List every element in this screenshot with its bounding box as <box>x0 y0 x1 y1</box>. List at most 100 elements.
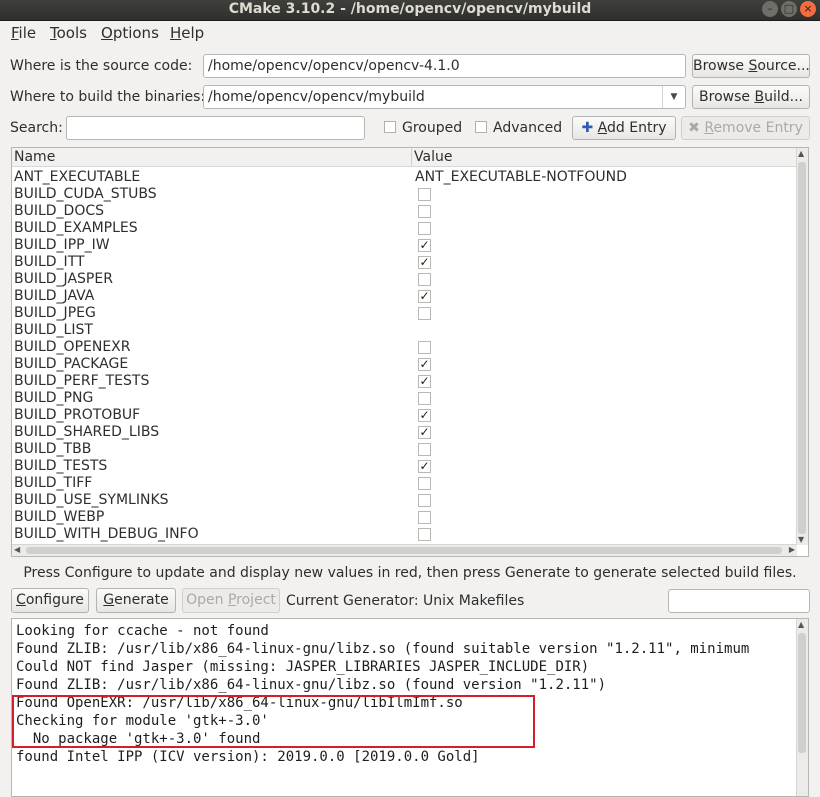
menu-options[interactable]: Options <box>101 24 159 42</box>
table-row[interactable]: BUILD_EXAMPLES <box>12 220 797 237</box>
table-row[interactable]: BUILD_TBB <box>12 441 797 458</box>
entry-name: BUILD_EXAMPLES <box>14 220 138 236</box>
table-row[interactable]: BUILD_LIST <box>12 322 797 339</box>
table-row[interactable]: BUILD_JASPER <box>12 271 797 288</box>
source-path-input[interactable]: /home/opencv/opencv/opencv-4.1.0 <box>203 54 686 78</box>
entry-name: BUILD_PERF_TESTS <box>14 373 150 389</box>
scroll-right-icon[interactable]: ▶ <box>789 545 795 554</box>
table-row[interactable]: BUILD_JAVA ✓ <box>12 288 797 305</box>
table-row[interactable]: BUILD_PNG <box>12 390 797 407</box>
table-vertical-scrollbar[interactable]: ▲ ▼ <box>796 148 808 545</box>
generate-button[interactable]: Generate <box>96 588 176 613</box>
column-divider[interactable] <box>411 148 412 166</box>
close-button[interactable]: × <box>800 1 816 17</box>
table-row[interactable]: BUILD_WITH_DEBUG_INFO <box>12 526 797 543</box>
table-row[interactable]: BUILD_PACKAGE ✓ <box>12 356 797 373</box>
entry-checkbox[interactable]: ✓ <box>418 290 431 303</box>
table-row[interactable]: BUILD_WEBP <box>12 509 797 526</box>
configure-button[interactable]: Configure <box>11 588 89 613</box>
browse-source-label: Browse <box>693 58 749 74</box>
menu-tools-mnemonic: T <box>50 24 57 42</box>
minimize-button[interactable]: – <box>762 1 778 17</box>
source-label: Where is the source code: <box>10 58 193 74</box>
table-row[interactable]: BUILD_CUDA_STUBS <box>12 186 797 203</box>
table-row[interactable]: BUILD_IPP_IW ✓ <box>12 237 797 254</box>
entry-value[interactable]: ANT_EXECUTABLE-NOTFOUND <box>415 169 627 186</box>
entry-checkbox[interactable] <box>418 341 431 354</box>
entry-checkbox[interactable]: ✓ <box>418 239 431 252</box>
menu-file[interactable]: File <box>11 24 36 42</box>
menu-help-label: elp <box>181 24 205 42</box>
entry-checkbox[interactable] <box>418 307 431 320</box>
table-row[interactable]: BUILD_SHARED_LIBS ✓ <box>12 424 797 441</box>
vertical-scroll-thumb[interactable] <box>798 162 806 534</box>
grouped-checkbox[interactable] <box>384 121 396 133</box>
table-horizontal-scrollbar[interactable]: ◀ ▶ <box>12 544 797 556</box>
advanced-checkbox[interactable] <box>475 121 487 133</box>
scroll-down-icon[interactable]: ▼ <box>798 535 804 544</box>
entry-checkbox[interactable] <box>418 443 431 456</box>
entry-checkbox[interactable] <box>418 511 431 524</box>
entry-checkbox[interactable]: ✓ <box>418 460 431 473</box>
search-input[interactable] <box>66 116 365 140</box>
table-row[interactable]: BUILD_PERF_TESTS ✓ <box>12 373 797 390</box>
add-entry-button[interactable]: ✚ Add Entry <box>572 116 676 140</box>
table-row[interactable]: BUILD_ITT ✓ <box>12 254 797 271</box>
entry-checkbox[interactable] <box>418 222 431 235</box>
open-project-mnemonic: P <box>227 592 237 608</box>
horizontal-scroll-thumb[interactable] <box>26 547 782 554</box>
entry-checkbox[interactable]: ✓ <box>418 358 431 371</box>
entry-checkbox[interactable]: ✓ <box>418 375 431 388</box>
table-row[interactable]: BUILD_JPEG <box>12 305 797 322</box>
entry-checkbox[interactable]: ✓ <box>418 409 431 422</box>
column-header-value[interactable]: Value <box>414 148 452 166</box>
entry-name: BUILD_CUDA_STUBS <box>14 186 157 202</box>
table-row[interactable]: BUILD_PROTOBUF ✓ <box>12 407 797 424</box>
entry-checkbox[interactable] <box>418 528 431 541</box>
configure-label: onfigure <box>25 592 84 608</box>
entry-checkbox[interactable] <box>418 188 431 201</box>
browse-source-label-rest: ource... <box>757 58 810 74</box>
entry-checkbox[interactable]: ✓ <box>418 426 431 439</box>
entry-checkbox[interactable] <box>418 205 431 218</box>
current-generator-label: Current Generator: Unix Makefiles <box>286 593 525 609</box>
browse-build-button[interactable]: Browse Build... <box>692 85 810 109</box>
scroll-left-icon[interactable]: ◀ <box>14 545 20 554</box>
entry-name: BUILD_IPP_IW <box>14 237 110 253</box>
menu-help[interactable]: Help <box>170 24 204 42</box>
chevron-down-icon[interactable]: ▼ <box>662 86 685 108</box>
output-scroll-up-icon[interactable]: ▲ <box>798 620 804 629</box>
output-scroll-thumb[interactable] <box>798 633 806 753</box>
column-header-name[interactable]: Name <box>14 148 55 166</box>
build-path-combo[interactable]: /home/opencv/opencv/mybuild ▼ <box>203 85 686 109</box>
table-row[interactable]: BUILD_OPENEXR <box>12 339 797 356</box>
entry-name: BUILD_LIST <box>14 322 93 338</box>
entry-name: BUILD_JASPER <box>14 271 113 287</box>
table-row[interactable]: BUILD_TESTS ✓ <box>12 458 797 475</box>
entry-name: BUILD_PROTOBUF <box>14 407 141 423</box>
entry-name: BUILD_TBB <box>14 441 92 457</box>
scroll-up-icon[interactable]: ▲ <box>798 149 804 158</box>
entry-checkbox[interactable] <box>418 477 431 490</box>
open-project-button[interactable]: Open Project <box>182 588 280 613</box>
maximize-button[interactable]: □ <box>781 1 797 17</box>
table-header: Name Value <box>12 148 797 167</box>
entry-checkbox[interactable] <box>418 392 431 405</box>
entry-name: BUILD_DOCS <box>14 203 105 219</box>
entry-checkbox[interactable] <box>418 494 431 507</box>
table-row[interactable]: ANT_EXECUTABLE ANT_EXECUTABLE-NOTFOUND <box>12 169 797 186</box>
table-row[interactable]: BUILD_TIFF <box>12 475 797 492</box>
browse-source-button[interactable]: Browse Source... <box>692 54 810 78</box>
open-project-label-rest: roject <box>236 592 276 608</box>
build-label: Where to build the binaries: <box>10 89 206 105</box>
entry-checkbox[interactable]: ✓ <box>418 256 431 269</box>
table-row[interactable]: BUILD_USE_SYMLINKS <box>12 492 797 509</box>
remove-entry-button[interactable]: ✖ Remove Entry <box>681 116 810 140</box>
entry-checkbox[interactable] <box>418 273 431 286</box>
menu-tools[interactable]: Tools <box>50 24 87 42</box>
window-title: CMake 3.10.2 - /home/opencv/opencv/mybui… <box>228 1 592 17</box>
output-vertical-scrollbar[interactable]: ▲ <box>796 619 808 796</box>
table-row[interactable]: BUILD_DOCS <box>12 203 797 220</box>
entry-name: BUILD_SHARED_LIBS <box>14 424 160 440</box>
output-log[interactable]: Looking for ccache - not found Found ZLIB… <box>11 618 809 797</box>
